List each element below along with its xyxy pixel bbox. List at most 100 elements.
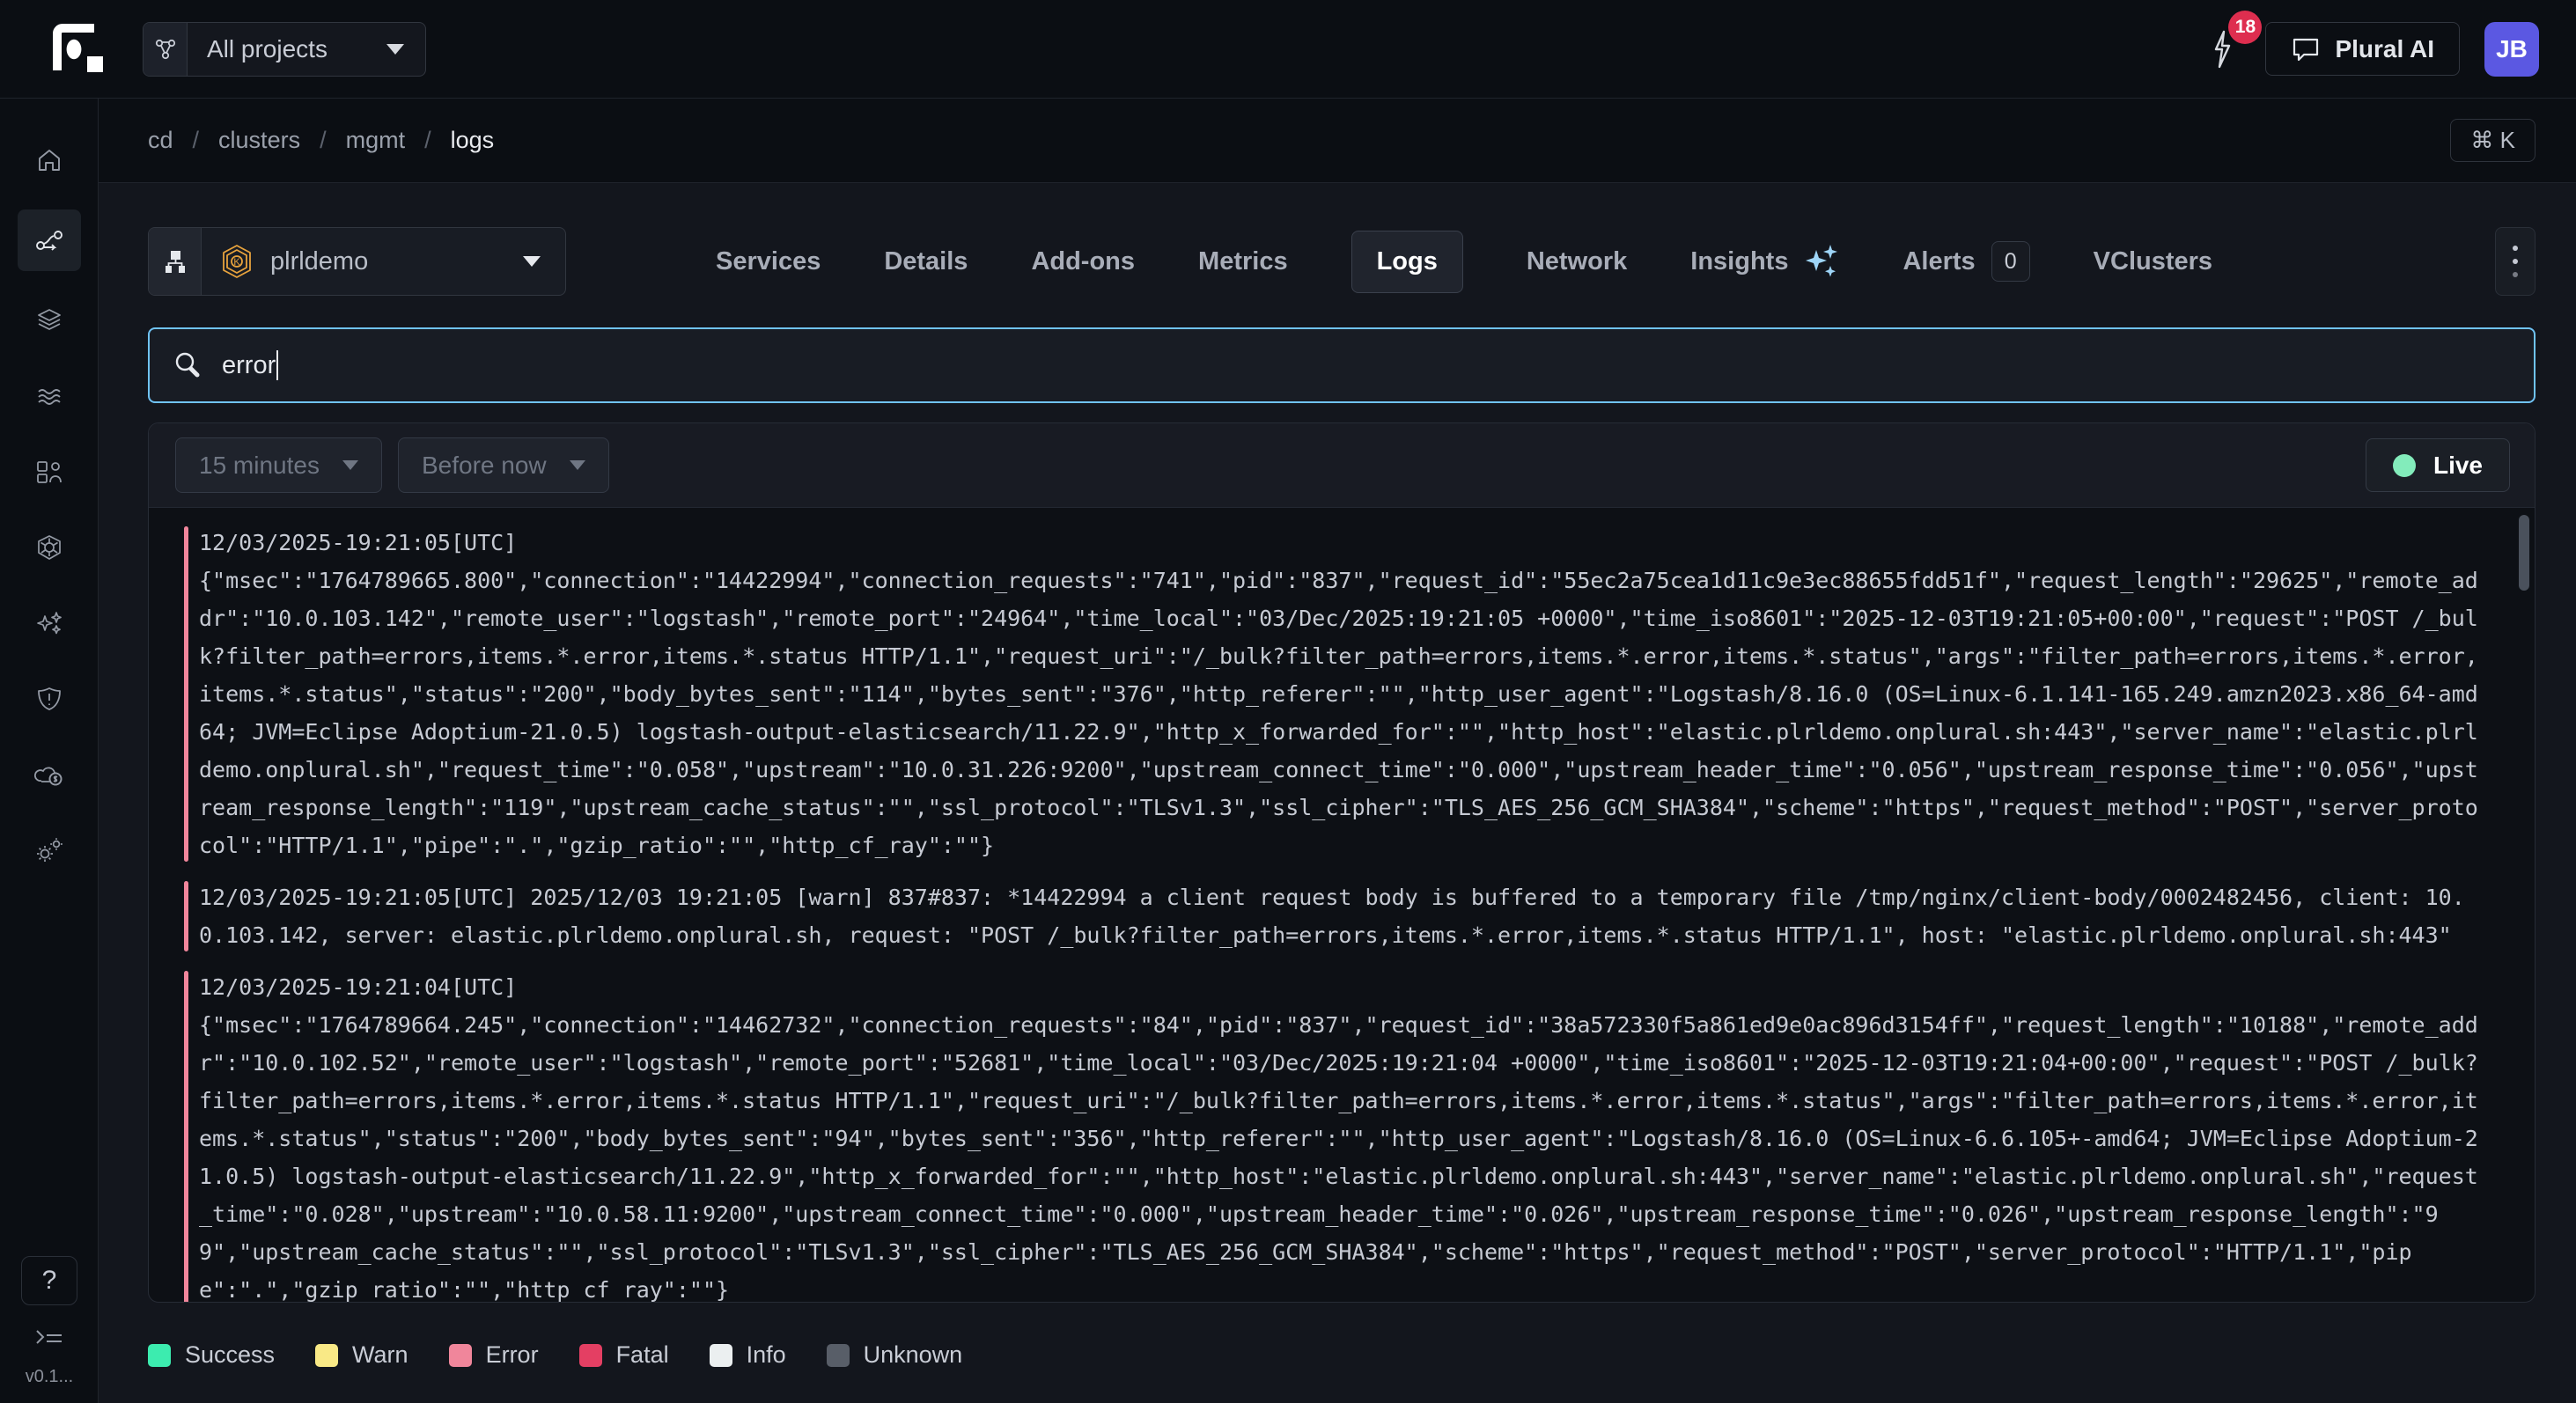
- breadcrumb: cd / clusters / mgmt / logs: [148, 127, 494, 154]
- sidebar-item-home[interactable]: [18, 134, 81, 187]
- tab-network[interactable]: Network: [1527, 247, 1627, 276]
- anchor-dropdown[interactable]: Before now: [398, 437, 609, 493]
- legend-item-fatal: Fatal: [579, 1341, 669, 1369]
- breadcrumb-clusters[interactable]: clusters: [218, 127, 300, 154]
- sidebar-item-cost[interactable]: [18, 748, 81, 801]
- home-icon: [36, 147, 63, 173]
- tab-alerts[interactable]: Alerts 0: [1903, 241, 2029, 282]
- chat-bubble-icon: [2291, 35, 2321, 63]
- stacks-icon: [36, 307, 63, 334]
- tab-insights-label: Insights: [1690, 247, 1788, 276]
- live-toggle[interactable]: Live: [2366, 438, 2510, 492]
- legend-label: Unknown: [864, 1341, 963, 1369]
- top-bar: All projects 18 Plural AI JB: [0, 0, 2576, 99]
- sidebar-item-kubernetes[interactable]: [18, 521, 81, 574]
- tab-services[interactable]: Services: [716, 247, 821, 276]
- legend-label: Success: [185, 1341, 275, 1369]
- log-text: 12/03/2025-19:21:05[UTC] {"msec":"176478…: [199, 524, 2482, 864]
- cd-pipeline-icon: [34, 227, 64, 253]
- console-icon[interactable]: [34, 1326, 64, 1349]
- content: K plrldemo Services Details Add-ons Metr…: [99, 183, 2576, 1403]
- log-text: 12/03/2025-19:21:04[UTC] {"msec":"176478…: [199, 968, 2482, 1303]
- plural-logo-icon[interactable]: [51, 23, 113, 76]
- legend-item-info: Info: [710, 1341, 786, 1369]
- tab-addons[interactable]: Add-ons: [1031, 247, 1135, 276]
- svg-text:K: K: [233, 257, 240, 268]
- sidebar-item-flows[interactable]: [18, 370, 81, 422]
- org-tree-icon: [144, 23, 188, 76]
- alerts-count-badge: 0: [1991, 241, 2030, 282]
- sidebar-item-stacks[interactable]: [18, 294, 81, 347]
- tab-details[interactable]: Details: [884, 247, 968, 276]
- tab-vclusters[interactable]: VClusters: [2094, 247, 2212, 276]
- search-icon: [173, 350, 202, 380]
- notifications-button[interactable]: 18: [2204, 25, 2241, 74]
- legend-item-unknown: Unknown: [827, 1341, 963, 1369]
- help-button[interactable]: ?: [21, 1256, 77, 1305]
- cluster-tree-icon: [149, 228, 202, 295]
- log-entry: 12/03/2025-19:21:04[UTC] {"msec":"176478…: [184, 968, 2482, 1303]
- tab-logs[interactable]: Logs: [1351, 231, 1463, 293]
- severity-legend: Success Warn Error Fatal Info Unknown: [148, 1341, 2536, 1369]
- sparkles-icon: [1804, 243, 1839, 280]
- legend-swatch: [148, 1344, 171, 1367]
- live-label: Live: [2433, 452, 2483, 480]
- tab-bar: Services Details Add-ons Metrics Logs Ne…: [716, 231, 2212, 293]
- legend-label: Fatal: [616, 1341, 669, 1369]
- topbar-actions: 18 Plural AI JB: [2204, 22, 2539, 77]
- legend-swatch: [315, 1344, 338, 1367]
- kebab-menu-icon: [2513, 246, 2518, 277]
- breadcrumb-separator: /: [424, 127, 431, 154]
- main-area: cd / clusters / mgmt / logs ⌘ K: [99, 99, 2576, 1403]
- legend-swatch: [827, 1344, 850, 1367]
- legend-label: Warn: [352, 1341, 408, 1369]
- legend-swatch: [710, 1344, 732, 1367]
- duration-dropdown[interactable]: 15 minutes: [175, 437, 382, 493]
- breadcrumb-logs: logs: [451, 127, 495, 154]
- cluster-selector[interactable]: K plrldemo: [148, 227, 566, 296]
- sidebar-item-catalog[interactable]: [18, 445, 81, 498]
- ai-sparkles-icon: [35, 610, 63, 636]
- legend-swatch: [579, 1344, 602, 1367]
- legend-label: Error: [486, 1341, 539, 1369]
- legend-item-warn: Warn: [315, 1341, 408, 1369]
- log-search-input[interactable]: error: [148, 327, 2536, 403]
- scrollbar-thumb[interactable]: [2519, 515, 2529, 591]
- command-palette-shortcut[interactable]: ⌘ K: [2450, 119, 2536, 162]
- anchor-label: Before now: [422, 452, 547, 480]
- chevron-down-icon: [523, 256, 541, 267]
- log-toolbar: 15 minutes Before now Live: [149, 423, 2535, 508]
- project-selector[interactable]: All projects: [143, 22, 426, 77]
- more-actions-button[interactable]: [2495, 227, 2536, 296]
- log-entry: 12/03/2025-19:21:05[UTC] 2025/12/03 19:2…: [184, 878, 2482, 954]
- gears-icon: [35, 837, 63, 863]
- avatar[interactable]: JB: [2484, 22, 2539, 77]
- legend-item-error: Error: [449, 1341, 539, 1369]
- breadcrumb-mgmt[interactable]: mgmt: [346, 127, 406, 154]
- sidebar-item-security[interactable]: [18, 672, 81, 725]
- sidebar-item-settings[interactable]: [18, 824, 81, 877]
- sidebar-item-cd[interactable]: [18, 209, 81, 271]
- severity-bar: [184, 526, 188, 862]
- breadcrumb-separator: /: [193, 127, 200, 154]
- version-label: v0.1...: [26, 1367, 73, 1387]
- log-text: 12/03/2025-19:21:05[UTC] 2025/12/03 19:2…: [199, 878, 2482, 954]
- breadcrumb-row: cd / clusters / mgmt / logs ⌘ K: [99, 99, 2576, 183]
- plural-ai-button[interactable]: Plural AI: [2265, 22, 2460, 76]
- breadcrumb-cd[interactable]: cd: [148, 127, 173, 154]
- notification-count-badge: 18: [2228, 11, 2262, 44]
- cluster-header: K plrldemo Services Details Add-ons Metr…: [148, 227, 2536, 296]
- log-entry: 12/03/2025-19:21:05[UTC] {"msec":"176478…: [184, 524, 2482, 864]
- log-list: 12/03/2025-19:21:05[UTC] {"msec":"176478…: [149, 508, 2535, 1303]
- flows-icon: [36, 383, 63, 409]
- kubernetes-icon: K: [221, 244, 253, 279]
- tab-alerts-label: Alerts: [1903, 247, 1975, 276]
- tab-metrics[interactable]: Metrics: [1198, 247, 1288, 276]
- chevron-down-icon: [386, 44, 404, 55]
- search-value: error: [222, 351, 276, 380]
- legend-item-success: Success: [148, 1341, 275, 1369]
- cloud-cost-icon: [34, 761, 64, 788]
- sidebar-item-ai[interactable]: [18, 597, 81, 650]
- tab-insights[interactable]: Insights: [1690, 243, 1839, 280]
- legend-label: Info: [747, 1341, 786, 1369]
